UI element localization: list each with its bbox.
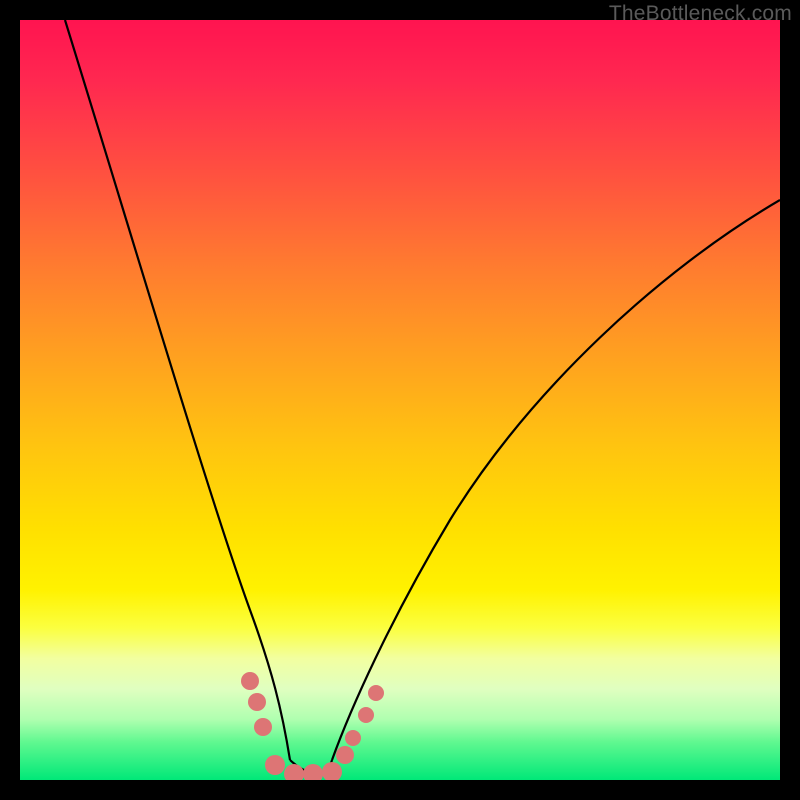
chart-svg	[20, 20, 780, 780]
marker-dot	[368, 685, 384, 701]
marker-dot	[336, 746, 354, 764]
marker-dot	[248, 693, 266, 711]
marker-dot	[345, 730, 361, 746]
watermark-text: TheBottleneck.com	[609, 2, 792, 26]
marker-dot	[358, 707, 374, 723]
marker-dot	[322, 762, 342, 780]
marker-dot	[303, 764, 323, 780]
curve-left-path	[65, 20, 290, 760]
chart-area	[20, 20, 780, 780]
curve-right-path	[332, 200, 780, 760]
marker-dot	[254, 718, 272, 736]
marker-dot	[265, 755, 285, 775]
marker-dot	[284, 764, 304, 780]
marker-dot	[241, 672, 259, 690]
